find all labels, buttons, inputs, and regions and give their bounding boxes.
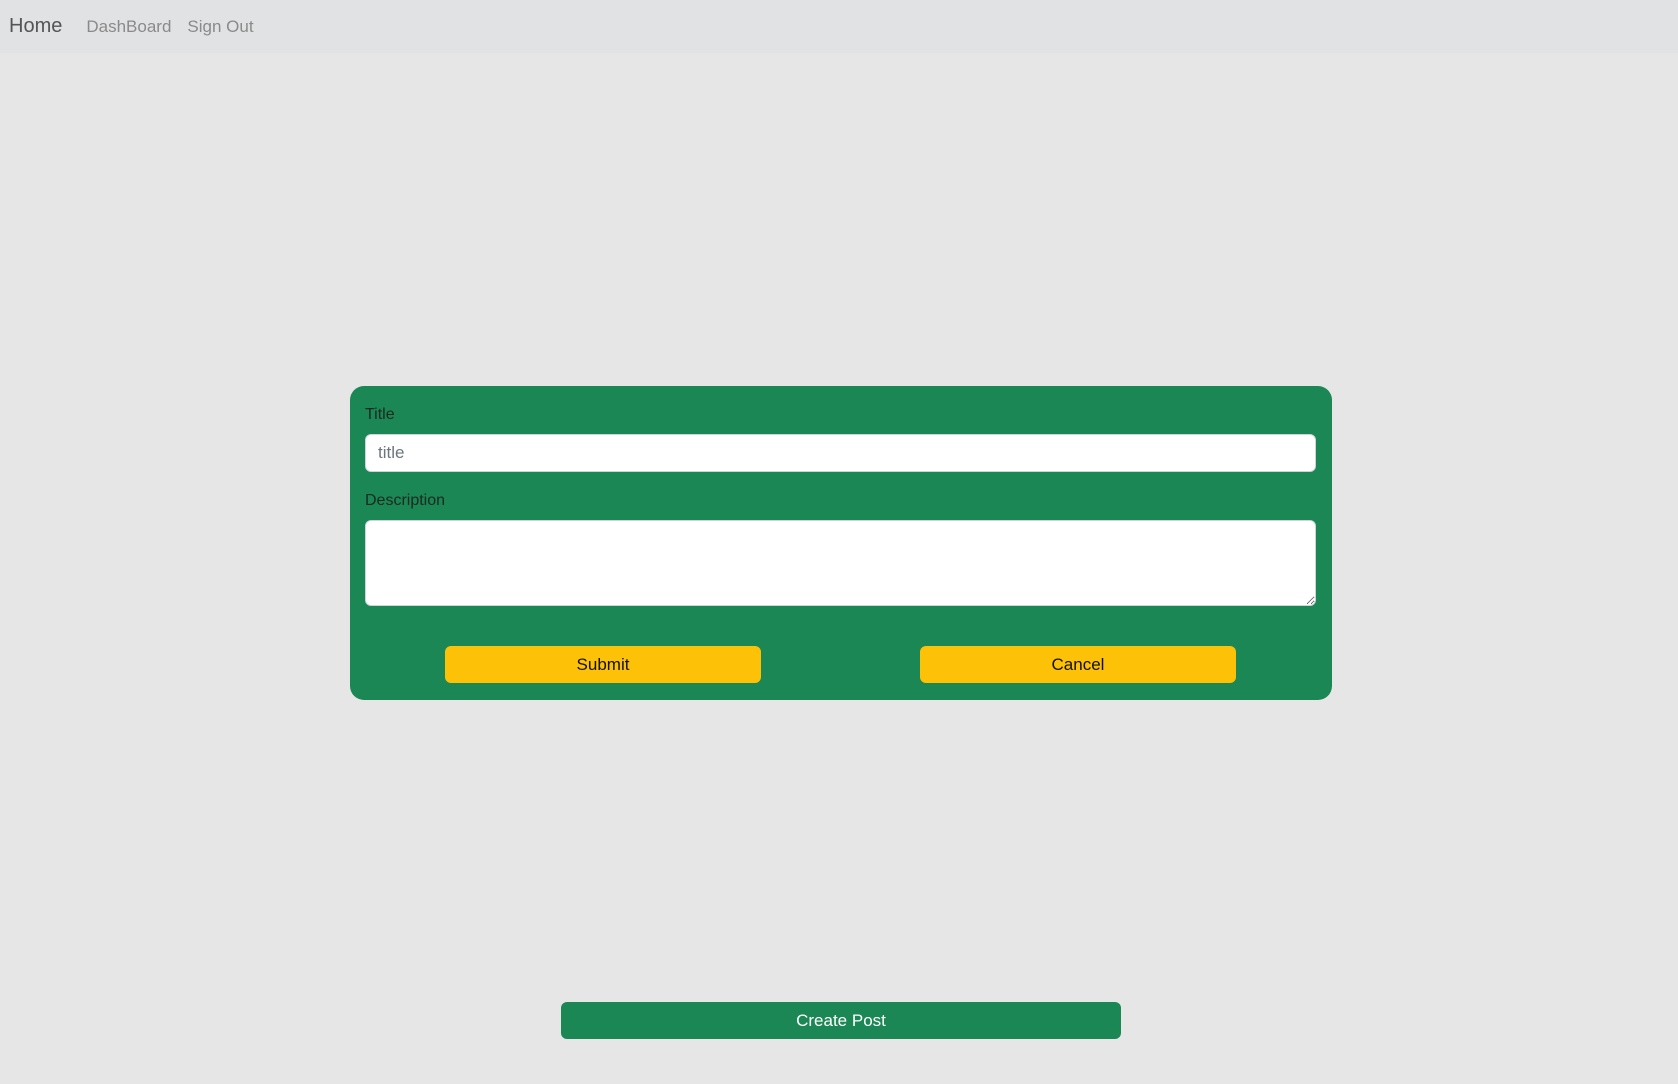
create-post-button[interactable]: Create Post [561, 1002, 1121, 1039]
submit-button[interactable]: Submit [445, 646, 761, 683]
sign-out-link[interactable]: Sign Out [187, 17, 253, 37]
description-label: Description [365, 492, 446, 509]
title-label: Title [365, 406, 395, 423]
post-form-panel: Title Description Submit Cancel [350, 386, 1332, 700]
cancel-button[interactable]: Cancel [920, 646, 1236, 683]
navbar: Home DashBoard Sign Out [0, 0, 1678, 53]
title-input[interactable] [365, 434, 1316, 472]
description-textarea[interactable] [365, 520, 1316, 606]
home-link[interactable]: Home [9, 15, 62, 38]
dashboard-link[interactable]: DashBoard [86, 17, 171, 37]
